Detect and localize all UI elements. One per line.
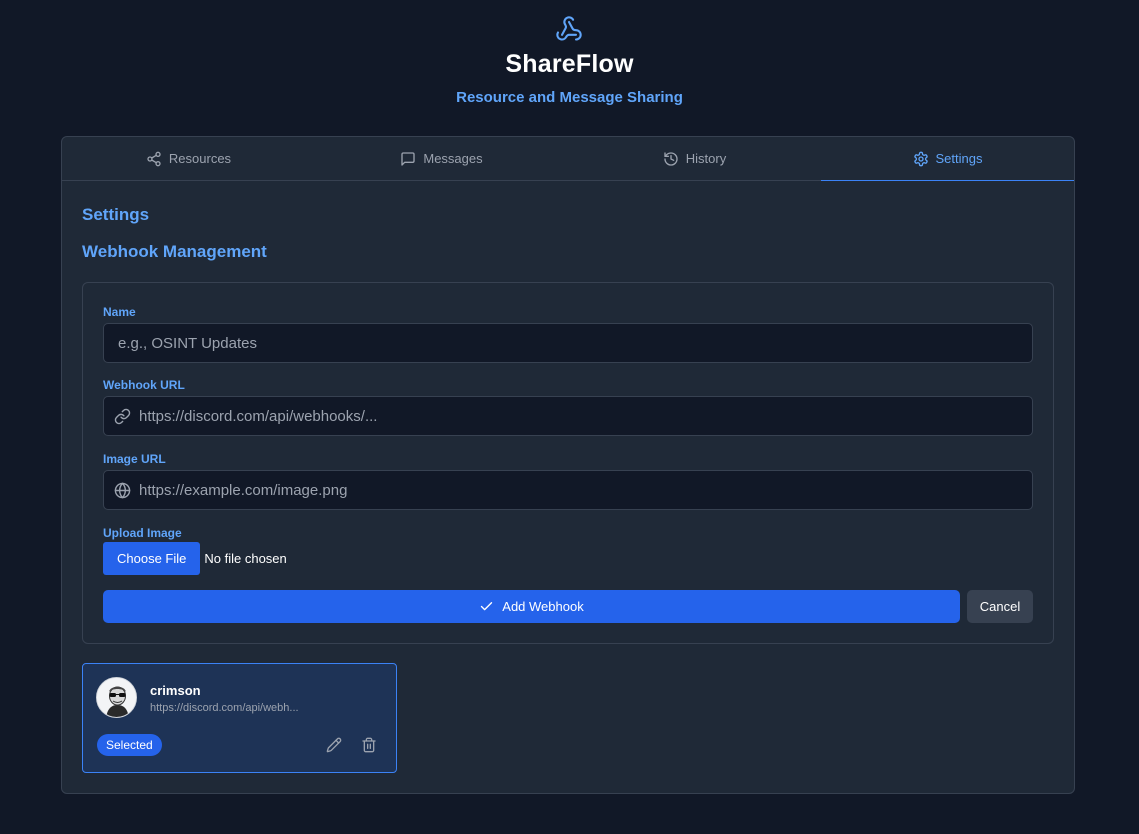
name-placeholder: e.g., OSINT Updates xyxy=(118,334,257,352)
avatar xyxy=(96,677,137,718)
webhook-url-field[interactable]: https://discord.com/api/webhooks/... xyxy=(103,396,1033,436)
status-badge: Selected xyxy=(97,734,162,756)
globe-icon xyxy=(114,482,131,498)
image-url-label: Image URL xyxy=(103,452,166,466)
file-upload: Choose File No file chosen xyxy=(103,542,287,575)
avatar-image xyxy=(97,678,136,717)
tab-bar: Resources Messages History Settings xyxy=(62,137,1074,181)
check-icon xyxy=(481,602,493,611)
gear-icon xyxy=(913,151,928,166)
settings-title: Settings xyxy=(82,205,150,224)
app-title: ShareFlow xyxy=(505,50,634,78)
tab-label: Settings xyxy=(935,151,983,166)
webhook-management-title: Webhook Management xyxy=(82,242,267,261)
webhook-url: https://discord.com/api/webh... xyxy=(150,702,299,714)
tab-settings[interactable]: Settings xyxy=(821,137,1074,181)
tab-resources[interactable]: Resources xyxy=(62,137,315,180)
webhook-url-label: Webhook URL xyxy=(103,378,185,392)
tab-label: Messages xyxy=(423,151,483,166)
trash-icon[interactable] xyxy=(361,737,377,753)
webhook-name: crimson xyxy=(150,683,201,698)
file-status: No file chosen xyxy=(204,551,287,566)
tab-messages[interactable]: Messages xyxy=(315,137,568,180)
webhook-url-placeholder: https://discord.com/api/webhooks/... xyxy=(139,407,378,425)
message-square-icon xyxy=(401,151,416,166)
tab-label: History xyxy=(685,151,727,166)
webhook-form: Name e.g., OSINT Updates Webhook URL htt… xyxy=(82,282,1054,644)
image-url-placeholder: https://example.com/image.png xyxy=(139,481,348,499)
webhook-card[interactable]: crimson https://discord.com/api/webh... … xyxy=(82,663,397,773)
main-panel: Resources Messages History Settings Sett… xyxy=(61,136,1075,794)
name-label: Name xyxy=(103,305,136,319)
image-url-field[interactable]: https://example.com/image.png xyxy=(103,470,1033,510)
history-icon xyxy=(664,151,678,166)
webhook-icon xyxy=(556,16,582,41)
share-icon xyxy=(147,151,161,166)
tab-label: Resources xyxy=(168,151,232,166)
choose-file-button[interactable]: Choose File xyxy=(103,542,201,575)
upload-image-label: Upload Image xyxy=(103,526,182,540)
pencil-icon[interactable] xyxy=(326,737,342,753)
name-field[interactable]: e.g., OSINT Updates xyxy=(103,323,1033,363)
add-webhook-label: Add Webhook xyxy=(502,599,584,614)
link-icon xyxy=(114,408,131,424)
cancel-button[interactable]: Cancel xyxy=(967,590,1033,623)
app-subtitle: Resource and Message Sharing xyxy=(456,89,683,106)
tab-history[interactable]: History xyxy=(568,137,821,180)
add-webhook-button[interactable]: Add Webhook xyxy=(103,590,960,623)
